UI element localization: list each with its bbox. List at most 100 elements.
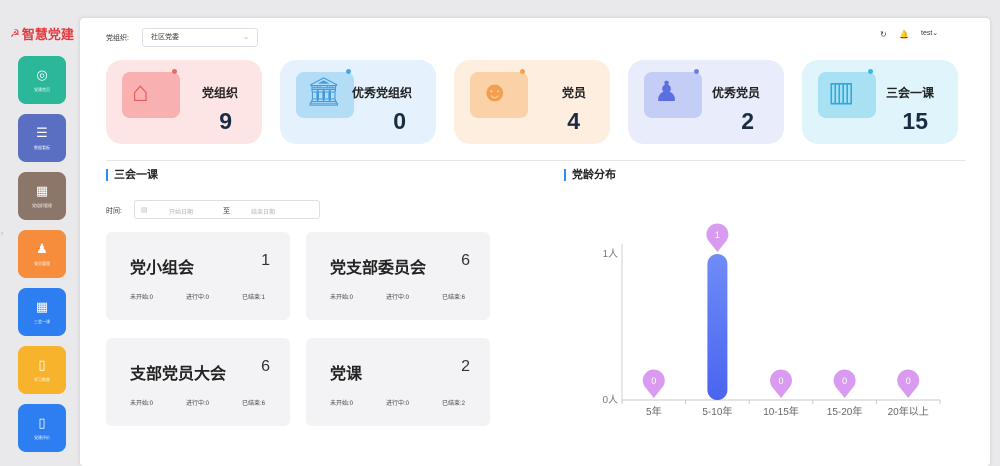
data-label: 0 xyxy=(842,376,847,386)
refresh-icon[interactable]: ↻ xyxy=(880,30,887,39)
institution-icon: 🏛 xyxy=(306,76,342,107)
stat-dot xyxy=(346,69,351,74)
stat-value: 15 xyxy=(902,108,928,134)
status-not-started: 未开始:0 xyxy=(330,295,354,301)
x-tick-label: 5年 xyxy=(646,405,662,418)
meeting-card[interactable]: 党支部委员会 6 未开始:0 进行中:0 已结束:6 xyxy=(306,232,490,320)
data-label: 0 xyxy=(778,376,783,386)
brand-logo: ☭ 智慧党建 xyxy=(10,24,74,43)
stat-card: 🏛 优秀党组织 0 xyxy=(280,60,436,144)
x-tick-label: 10-15年 xyxy=(763,405,799,418)
meeting-card[interactable]: 党小组会 1 未开始:0 进行中:0 已结束:1 xyxy=(106,232,290,320)
x-tick-label: 20年以上 xyxy=(888,405,929,418)
status-not-started: 未开始:0 xyxy=(130,295,154,301)
table-icon: ▦ xyxy=(35,183,49,198)
stat-dot xyxy=(172,69,177,74)
status-not-started: 未开始:0 xyxy=(330,401,354,407)
sidebar-item-label: 数据看板 xyxy=(34,145,50,150)
org-select[interactable]: 社区党委 ⌄ xyxy=(142,28,258,47)
stat-title: 优秀党组织 xyxy=(351,86,412,100)
status-in-progress: 进行中:0 xyxy=(386,295,410,301)
age-distribution-chart: 0人 1人 0 5年 1 5-10年 0 10-15年 0 15-20年 0 20年以上 xyxy=(602,223,941,418)
user-name: test xyxy=(921,30,933,37)
org-label: 党组织: xyxy=(106,35,129,42)
group-icon: ☻ xyxy=(480,76,510,107)
main-panel: 党组织: 社区党委 ⌄ ↻ 🔔 test⌄ ⌂ 党组织 9 🏛 优秀党组织 0 ☻ 党员 4 ♟ 优… xyxy=(80,18,990,466)
meeting-count: 2 xyxy=(461,358,470,375)
sidebar-item[interactable]: ▯ 党建评价 xyxy=(18,404,66,452)
stat-value: 4 xyxy=(567,108,580,134)
sidebar-item[interactable]: ▦ 三会一课 xyxy=(18,288,66,336)
data-label: 1 xyxy=(715,230,720,240)
stat-card: ☻ 党员 4 xyxy=(454,60,610,144)
meeting-card[interactable]: 支部党员大会 6 未开始:0 进行中:0 已结束:6 xyxy=(106,338,290,426)
time-label: 时间: xyxy=(106,208,122,215)
status-finished: 已结束:6 xyxy=(242,401,266,407)
sidebar-item-label: 党建评价 xyxy=(34,435,50,440)
status-in-progress: 进行中:0 xyxy=(186,295,210,301)
meeting-name: 党小组会 xyxy=(130,260,195,277)
people-icon: ♟ xyxy=(36,241,48,256)
book-icon: ▯ xyxy=(38,357,46,372)
status-in-progress: 进行中:0 xyxy=(186,401,210,407)
age-section-title: 党龄分布 xyxy=(564,169,616,181)
meeting-card[interactable]: 党课 2 未开始:0 进行中:0 已结束:2 xyxy=(306,338,490,426)
divider xyxy=(106,160,966,161)
x-tick-label: 15-20年 xyxy=(827,405,863,418)
stat-icon-bg xyxy=(122,72,180,118)
stat-value: 9 xyxy=(219,108,232,134)
sidebar-item[interactable]: ☰ 数据看板 xyxy=(18,114,66,162)
sidebar-item-label: 学习教育 xyxy=(34,377,50,382)
excellent-member-icon: ♟ xyxy=(654,76,680,107)
stat-dot xyxy=(868,69,873,74)
house-icon: ⌂ xyxy=(132,76,149,107)
flag-icon: ☭ xyxy=(10,28,20,40)
x-tick-label: 5-10年 xyxy=(702,405,732,418)
stat-card: ⌂ 党组织 9 xyxy=(106,60,262,144)
stat-title: 党组织 xyxy=(201,86,238,100)
book-open-icon: ▯ xyxy=(38,415,46,430)
end-date-input[interactable]: 结束日期 xyxy=(251,207,275,216)
sidebar-item-label: 三会一课 xyxy=(34,319,50,324)
stat-value: 2 xyxy=(741,108,754,134)
stat-title: 优秀党员 xyxy=(711,86,760,100)
brand-name: 智慧党建 xyxy=(21,27,74,42)
user-chevron-icon: ⌄ xyxy=(932,30,939,37)
meetings-section-title: 三会一课 xyxy=(106,169,158,181)
date-range-picker[interactable]: ▤ 开始日期 至 结束日期 xyxy=(134,200,320,219)
sidebar-item[interactable]: ◎ 党建首页 xyxy=(18,56,66,104)
meeting-count: 6 xyxy=(461,252,470,269)
sidebar-item[interactable]: ♟ 党员管理 xyxy=(18,230,66,278)
bell-icon[interactable]: 🔔 xyxy=(899,30,909,39)
chevron-down-icon: ⌄ xyxy=(243,34,249,41)
meeting-count: 6 xyxy=(261,358,270,375)
org-select-value: 社区党委 xyxy=(151,34,179,41)
bar xyxy=(707,254,728,400)
user-menu[interactable]: test⌄ xyxy=(921,29,938,37)
range-separator: 至 xyxy=(223,208,230,215)
data-label: 0 xyxy=(651,376,656,386)
collapse-arrow-icon[interactable]: › xyxy=(1,231,3,237)
status-not-started: 未开始:0 xyxy=(130,401,154,407)
data-label: 0 xyxy=(906,376,911,386)
database-icon: ☰ xyxy=(36,125,48,140)
meeting-name: 党课 xyxy=(330,366,363,383)
stat-card: ▥ 三会一课 15 xyxy=(802,60,958,144)
stat-dot xyxy=(694,69,699,74)
sidebar-item[interactable]: ▯ 学习教育 xyxy=(18,346,66,394)
start-date-input[interactable]: 开始日期 xyxy=(169,207,193,216)
grid-icon: ▦ xyxy=(35,299,49,314)
sidebar-item-label: 党组织管理 xyxy=(32,203,52,208)
meeting-name: 党支部委员会 xyxy=(330,260,427,277)
meeting-name: 支部党员大会 xyxy=(130,366,227,383)
stat-card: ♟ 优秀党员 2 xyxy=(628,60,784,144)
sidebar-item[interactable]: ▦ 党组织管理 xyxy=(18,172,66,220)
status-in-progress: 进行中:0 xyxy=(386,401,410,407)
status-finished: 已结束:6 xyxy=(442,295,466,301)
y-tick-label: 1人 xyxy=(602,248,618,260)
stat-title: 党员 xyxy=(561,86,586,100)
status-finished: 已结束:2 xyxy=(442,401,466,407)
status-finished: 已结束:1 xyxy=(242,295,266,301)
sidebar-item-label: 党员管理 xyxy=(34,261,50,266)
stat-dot xyxy=(520,69,525,74)
